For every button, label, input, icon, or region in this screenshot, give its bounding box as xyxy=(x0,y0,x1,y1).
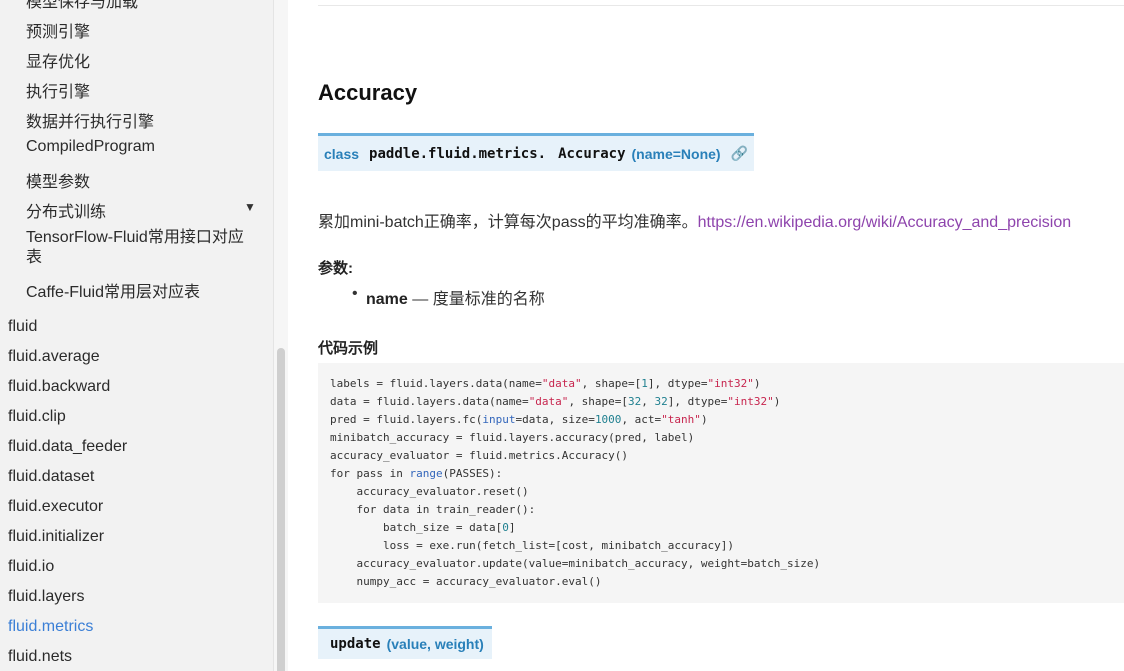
code-line: accuracy_evaluator.reset() xyxy=(330,485,529,498)
sidebar-item-fluid-nets[interactable]: fluid.nets xyxy=(8,648,72,666)
sidebar-item-caffe-mapping[interactable]: Caffe-Fluid常用层对应表 xyxy=(26,278,200,302)
code-line: labels = fluid.layers.data(name="data", … xyxy=(330,377,761,390)
code-block: labels = fluid.layers.data(name="data", … xyxy=(318,363,1124,603)
sidebar-item-model-save-load[interactable]: 模型保存与加载 xyxy=(26,0,138,12)
sidebar-item-fluid-initializer[interactable]: fluid.initializer xyxy=(8,528,104,546)
code-line: batch_size = data[0] xyxy=(330,521,516,534)
method-params: (value, weight) xyxy=(386,636,484,652)
code-line: pred = fluid.layers.fc(input=data, size=… xyxy=(330,413,708,426)
code-line: loss = exe.run(fetch_list=[cost, minibat… xyxy=(330,539,734,552)
sidebar-item-inference-engine[interactable]: 预测引擎 xyxy=(26,18,90,42)
sidebar-item-fluid-average[interactable]: fluid.average xyxy=(8,348,100,366)
sidebar-item-tensorflow-mapping[interactable]: TensorFlow-Fluid常用接口对应表 xyxy=(26,228,256,268)
sidebar-item-fluid-backward[interactable]: fluid.backward xyxy=(8,378,110,396)
sidebar-item-fluid-executor[interactable]: fluid.executor xyxy=(8,498,103,516)
signature-params: (name=None) xyxy=(631,145,721,162)
sidebar-item-distributed-training[interactable]: 分布式训练 xyxy=(26,198,106,222)
sidebar-item-executor[interactable]: 执行引擎 xyxy=(26,78,90,102)
code-line: accuracy_evaluator.update(value=minibatc… xyxy=(330,557,821,570)
param-description: — 度量标准的名称 xyxy=(407,291,545,308)
section-title: Accuracy xyxy=(318,80,418,105)
caret-down-icon[interactable]: ▼ xyxy=(244,200,256,214)
params-label: 参数: xyxy=(318,260,353,277)
sidebar-item-fluid-layers[interactable]: fluid.layers xyxy=(8,588,84,606)
bullet-icon: • xyxy=(352,285,358,302)
code-line: for data in train_reader(): xyxy=(330,503,536,516)
signature-keyword: class xyxy=(324,145,360,162)
sidebar: 模型保存与加载 预测引擎 显存优化 执行引擎 数据并行执行引擎 Compiled… xyxy=(0,0,288,671)
code-line: for pass in range(PASSES): xyxy=(330,467,503,480)
code-line: data = fluid.layers.data(name="data", sh… xyxy=(330,395,781,408)
sidebar-item-fluid-dataset[interactable]: fluid.dataset xyxy=(8,468,94,486)
sidebar-item-model-params[interactable]: 模型参数 xyxy=(26,168,90,192)
method-signature: update (value, weight) xyxy=(318,626,492,659)
example-label: 代码示例 xyxy=(318,340,379,357)
permalink-icon[interactable]: 🔗 xyxy=(731,145,748,162)
code-line: numpy_acc = accuracy_evaluator.eval() xyxy=(330,575,602,588)
param-item: • name — 度量标准的名称 xyxy=(352,285,545,309)
sidebar-item-fluid-data-feeder[interactable]: fluid.data_feeder xyxy=(8,438,127,456)
code-line: accuracy_evaluator = fluid.metrics.Accur… xyxy=(330,449,629,462)
class-signature: class paddle.fluid.metrics. Accuracy (na… xyxy=(318,133,755,171)
sidebar-item-fluid[interactable]: fluid xyxy=(8,318,37,336)
signature-name: Accuracy xyxy=(558,145,626,162)
sidebar-item-fluid-io[interactable]: fluid.io xyxy=(8,558,54,576)
divider xyxy=(318,5,1124,6)
description-text: 累加mini-batch正确率，计算每次pass的平均准确率。 xyxy=(318,214,698,231)
sidebar-item-compiled-program[interactable]: CompiledProgram xyxy=(26,138,155,156)
sidebar-item-fluid-metrics[interactable]: fluid.metrics xyxy=(8,618,93,636)
code-line: minibatch_accuracy = fluid.layers.accura… xyxy=(330,431,695,444)
description-link[interactable]: https://en.wikipedia.org/wiki/Accuracy_a… xyxy=(698,214,1072,231)
method-name: update xyxy=(330,636,381,652)
sidebar-item-fluid-clip[interactable]: fluid.clip xyxy=(8,408,66,426)
signature-module: paddle.fluid.metrics. xyxy=(369,145,547,162)
main-content: Accuracy class paddle.fluid.metrics. Acc… xyxy=(288,0,1124,671)
sidebar-item-parallel-executor[interactable]: 数据并行执行引擎 xyxy=(26,108,154,132)
description: 累加mini-batch正确率，计算每次pass的平均准确率。https://e… xyxy=(318,208,1071,232)
sidebar-item-memory-optimize[interactable]: 显存优化 xyxy=(26,48,90,72)
sidebar-scrollbar[interactable] xyxy=(277,348,285,671)
param-name: name xyxy=(366,291,408,308)
